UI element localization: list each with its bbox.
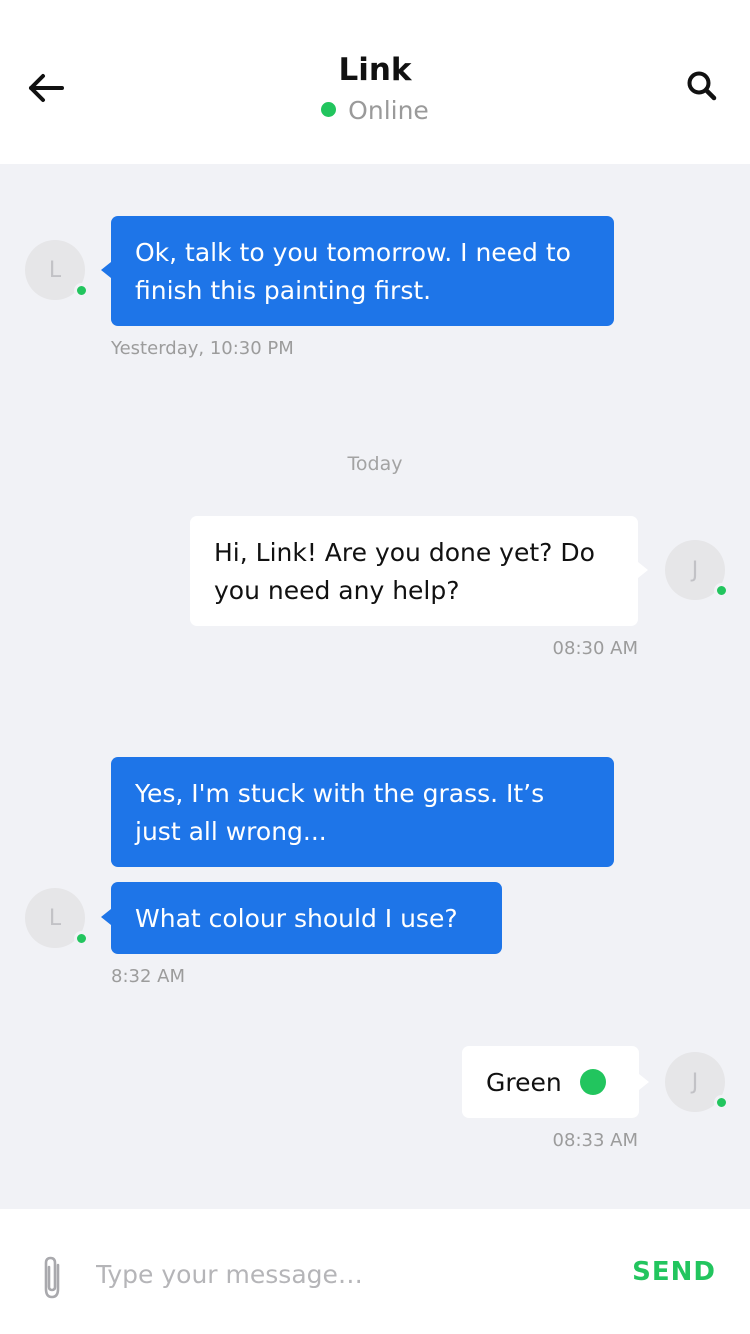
message-bubble-incoming[interactable]: What colour should I use? <box>101 882 502 954</box>
search-button[interactable] <box>684 68 720 104</box>
avatar-me[interactable]: J <box>665 1052 729 1112</box>
online-indicator <box>714 583 729 598</box>
day-divider: Today <box>347 453 403 475</box>
message-text: What colour should I use? <box>135 904 458 933</box>
avatar-link[interactable]: L <box>25 888 89 948</box>
presence-text: Online <box>348 96 429 125</box>
message-timestamp: 08:30 AM <box>552 638 638 659</box>
color-swatch <box>579 1069 606 1095</box>
send-button[interactable]: SEND <box>610 1257 716 1293</box>
message-timestamp: 08:33 AM <box>552 1130 638 1151</box>
online-indicator <box>74 931 89 946</box>
avatar-initial: J <box>691 557 699 583</box>
online-indicator <box>714 1095 729 1110</box>
avatar-initial: L <box>48 257 62 283</box>
presence-status: Online <box>0 96 750 125</box>
paperclip-icon <box>44 1256 60 1299</box>
avatar-link[interactable]: L <box>25 240 89 300</box>
message-timestamp: 8:32 AM <box>111 966 185 987</box>
message-text: Green <box>486 1068 562 1097</box>
message-bubble-incoming[interactable]: Ok, talk to you tomorrow. I need to fini… <box>101 216 614 326</box>
message-text: Ok, talk to you tomorrow. I need to fini… <box>135 238 571 305</box>
avatar-initial: L <box>48 905 62 931</box>
message-bubble-incoming[interactable]: Yes, I'm stuck with the grass. It’s just… <box>111 757 614 867</box>
message-composer: SEND <box>0 1209 750 1334</box>
message-bubble-outgoing[interactable]: Hi, Link! Are you done yet? Do you need … <box>190 516 648 626</box>
avatar-initial: J <box>691 1069 699 1095</box>
chat-header: Link Online <box>0 0 750 164</box>
online-indicator <box>321 102 337 117</box>
message-bubble-outgoing[interactable]: Green <box>462 1046 649 1118</box>
contact-name: Link <box>338 52 412 88</box>
message-list: L Ok, talk to you tomorrow. I need to fi… <box>0 164 750 1209</box>
online-indicator <box>74 283 89 298</box>
message-input[interactable] <box>96 1251 596 1297</box>
attach-button[interactable] <box>38 1253 68 1303</box>
avatar-me[interactable]: J <box>665 540 729 600</box>
search-icon <box>687 71 717 101</box>
message-text: Hi, Link! Are you done yet? Do you need … <box>214 538 595 605</box>
message-timestamp: Yesterday, 10:30 PM <box>111 338 294 359</box>
message-text: Yes, I'm stuck with the grass. It’s just… <box>135 779 545 846</box>
